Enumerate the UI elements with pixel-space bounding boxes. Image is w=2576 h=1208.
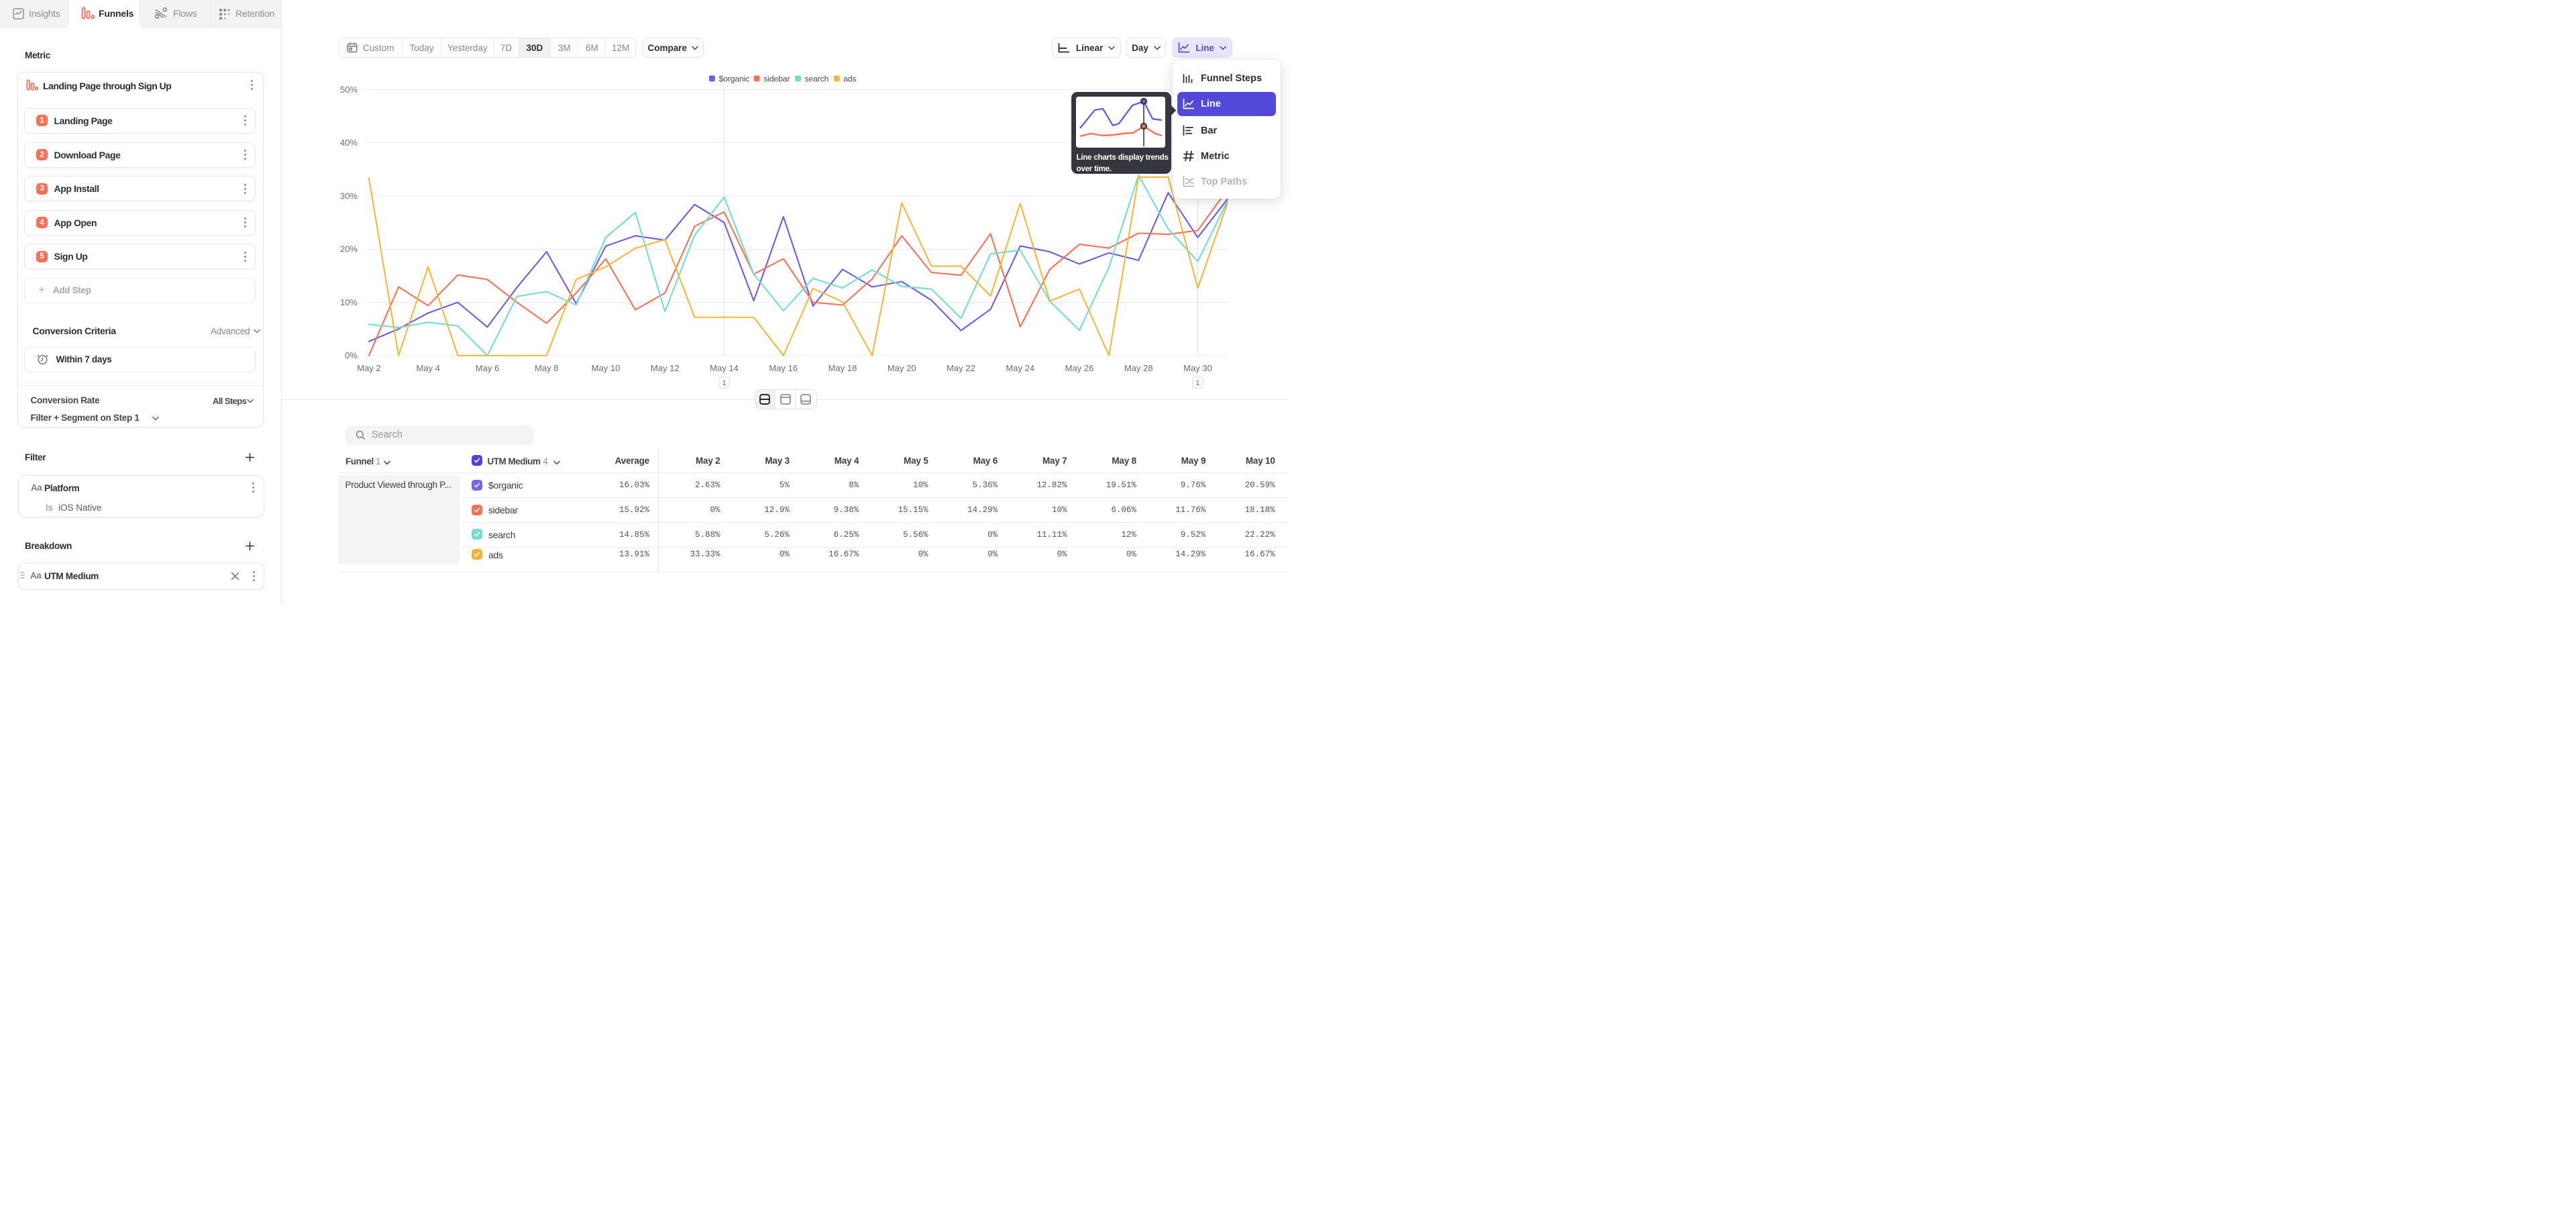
svg-text:May 18: May 18	[828, 363, 857, 373]
svg-text:May 12: May 12	[651, 363, 680, 373]
svg-text:sidebar: sidebar	[763, 74, 790, 84]
svg-text:ads: ads	[843, 74, 856, 84]
svg-text:1: 1	[1195, 379, 1199, 387]
svg-text:May 2: May 2	[357, 363, 380, 373]
svg-text:May 8: May 8	[535, 363, 558, 373]
svg-text:May 28: May 28	[1124, 363, 1153, 373]
svg-text:May 22: May 22	[947, 363, 975, 373]
svg-text:50%: 50%	[340, 85, 358, 95]
svg-text:May 26: May 26	[1065, 363, 1094, 373]
svg-text:$organic: $organic	[719, 74, 750, 84]
svg-text:May 10: May 10	[592, 363, 621, 373]
svg-text:0%: 0%	[345, 350, 358, 360]
svg-text:May 4: May 4	[417, 363, 440, 373]
svg-text:10%: 10%	[340, 297, 358, 307]
svg-text:May 14: May 14	[710, 363, 739, 373]
svg-text:May 20: May 20	[888, 363, 916, 373]
svg-text:1: 1	[722, 379, 726, 387]
svg-text:30%: 30%	[340, 191, 358, 201]
svg-text:20%: 20%	[340, 244, 358, 254]
svg-text:May 6: May 6	[476, 363, 499, 373]
svg-text:40%: 40%	[340, 138, 358, 148]
svg-text:May 16: May 16	[769, 363, 798, 373]
svg-text:search: search	[805, 74, 829, 84]
svg-text:May 30: May 30	[1183, 363, 1212, 373]
svg-text:May 24: May 24	[1006, 363, 1034, 373]
